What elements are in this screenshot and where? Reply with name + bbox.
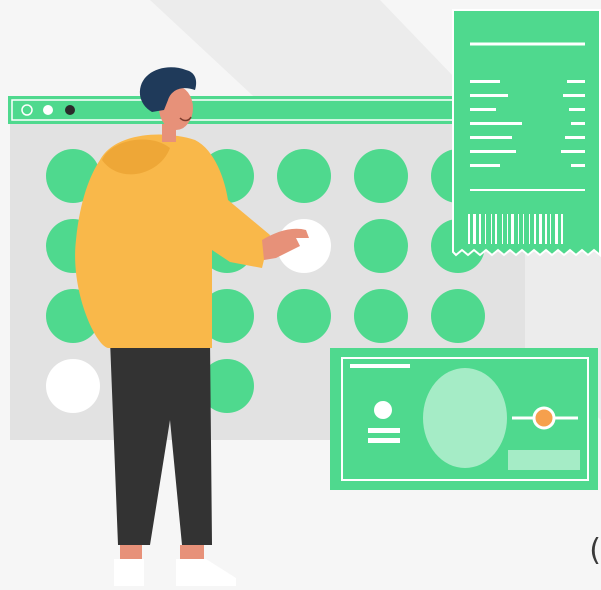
receipt-item-label-6 xyxy=(470,164,500,167)
window-control-white-dot[interactable] xyxy=(43,105,53,115)
barcode-bar xyxy=(495,214,497,244)
receipt-item-label-0 xyxy=(470,80,500,83)
person-pants xyxy=(110,340,212,545)
trailing-glyph: ( xyxy=(589,533,601,568)
barcode-bar xyxy=(518,214,519,244)
barcode-bar xyxy=(523,214,524,244)
grid-option-r2-c3[interactable] xyxy=(277,289,331,343)
grid-option-r0-c4[interactable] xyxy=(354,149,408,203)
barcode-bar xyxy=(555,214,558,244)
payment-illustration xyxy=(8,0,601,586)
barcode-bar xyxy=(468,214,470,244)
person-ankle-left xyxy=(120,545,142,559)
receipt-item-amount-0 xyxy=(567,80,585,83)
receipt-item-amount-1 xyxy=(563,94,585,97)
barcode-bar xyxy=(479,214,481,244)
portrait-icon-bar-1 xyxy=(368,428,400,433)
receipt-item-label-1 xyxy=(470,94,508,97)
portrait-icon xyxy=(374,401,392,419)
portrait-icon-bar-2 xyxy=(368,438,400,443)
banknote-watermark-oval xyxy=(423,368,507,468)
receipt-item-amount-4 xyxy=(565,136,585,139)
grid-option-r2-c5[interactable] xyxy=(431,289,485,343)
barcode-bar xyxy=(507,214,508,244)
barcode-bar xyxy=(502,214,503,244)
grid-option-r1-c4[interactable] xyxy=(354,219,408,273)
barcode-bar xyxy=(511,214,514,244)
receipt-item-amount-6 xyxy=(571,164,585,167)
receipt-item-label-2 xyxy=(470,108,496,111)
barcode-bar xyxy=(561,214,563,244)
grid-option-r3-c0[interactable] xyxy=(46,359,100,413)
coin-icon[interactable] xyxy=(532,406,556,430)
receipt-item-label-5 xyxy=(470,150,516,153)
barcode-bar xyxy=(473,214,476,244)
barcode-bar xyxy=(534,214,536,244)
receipt xyxy=(452,9,601,258)
banknote-bottom-panel xyxy=(508,450,580,470)
person-ankle-right xyxy=(180,545,204,559)
person-shoe-right xyxy=(176,559,236,586)
person-shoe-left xyxy=(114,559,144,586)
receipt-item-label-4 xyxy=(470,136,512,139)
receipt-item-amount-3 xyxy=(571,122,585,125)
barcode-bar xyxy=(545,214,547,244)
receipt-item-amount-2 xyxy=(569,108,585,111)
barcode-bar xyxy=(491,214,492,244)
barcode-bar xyxy=(485,214,486,244)
barcode-bar xyxy=(550,214,551,244)
receipt-item-amount-5 xyxy=(561,150,585,153)
banknote-top-stripe xyxy=(350,364,410,368)
grid-option-r2-c4[interactable] xyxy=(354,289,408,343)
banknote xyxy=(330,348,598,490)
window-control-dark-dot[interactable] xyxy=(65,105,75,115)
barcode-bar xyxy=(529,214,530,244)
receipt-item-label-3 xyxy=(470,122,522,125)
grid-option-r0-c3[interactable] xyxy=(277,149,331,203)
barcode-bar xyxy=(539,214,542,244)
